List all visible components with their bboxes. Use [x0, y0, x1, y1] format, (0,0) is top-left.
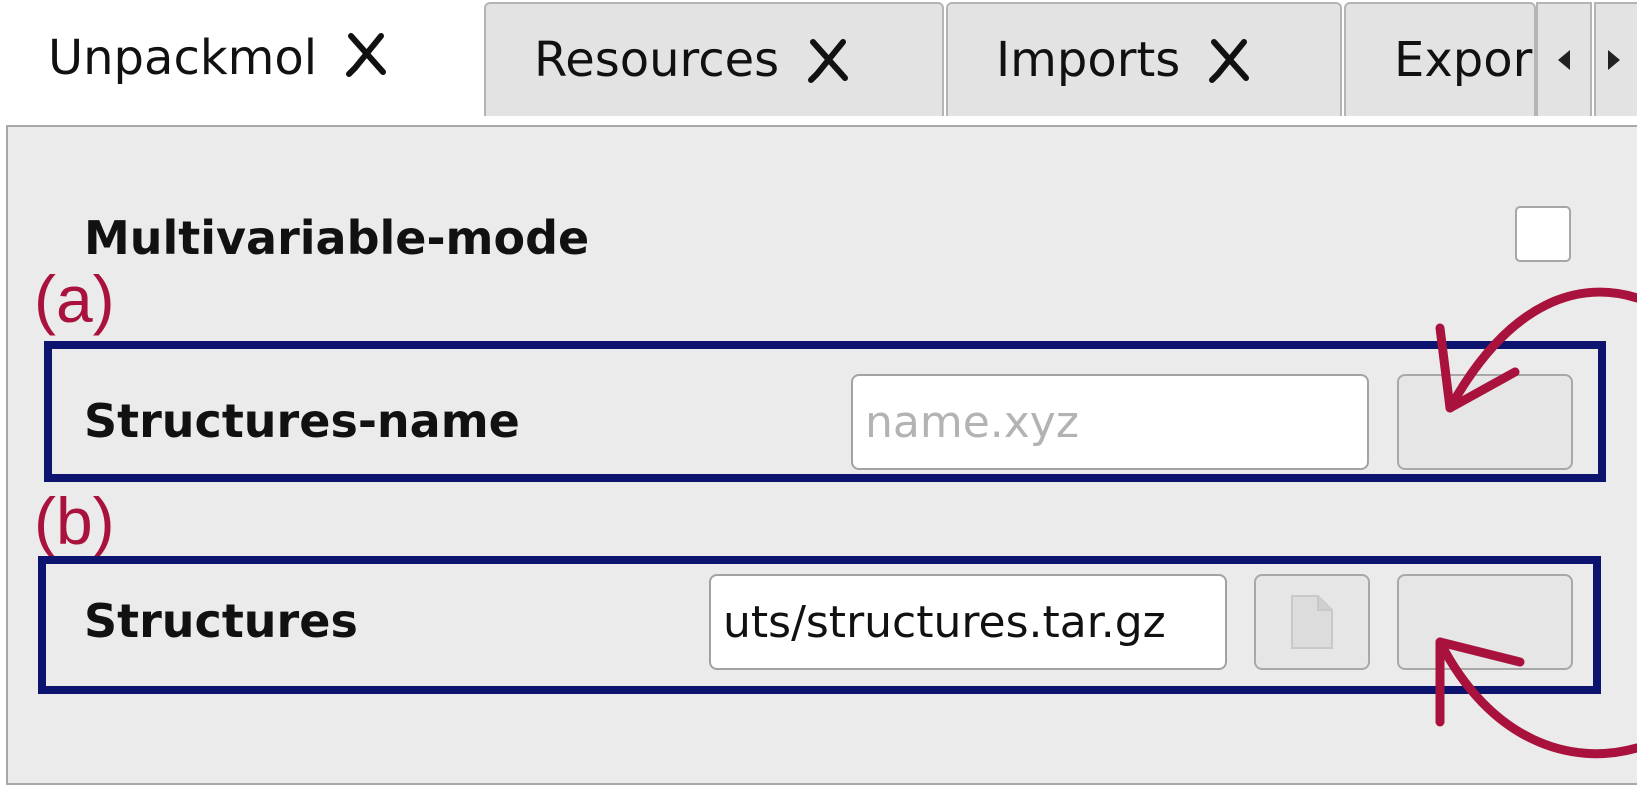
tab-label: Unpackmol	[48, 30, 318, 86]
tab-resources[interactable]: Resources	[484, 2, 944, 116]
triangle-left-icon	[1558, 50, 1570, 70]
close-icon[interactable]	[343, 30, 391, 78]
annotation-arrow-icon	[1435, 287, 1637, 413]
tab-exports[interactable]: Expor	[1344, 2, 1536, 116]
annotation-arrow-icon	[1435, 637, 1637, 759]
triangle-right-icon	[1608, 50, 1620, 70]
tab-label: Imports	[996, 32, 1181, 88]
tab-unpackmol[interactable]: Unpackmol	[0, 0, 484, 127]
tab-label: Resources	[534, 32, 780, 88]
close-icon[interactable]	[805, 36, 853, 84]
tab-bar: Unpackmol Resources Imports Expor	[0, 0, 1637, 127]
tab-label: Expor	[1394, 32, 1533, 88]
multivariable-mode-checkbox[interactable]	[1515, 206, 1571, 262]
multivariable-mode-label: Multivariable-mode	[84, 211, 590, 265]
annotation-box-b	[38, 556, 1601, 694]
annotation-box-a	[44, 341, 1606, 482]
tab-imports[interactable]: Imports	[946, 2, 1342, 116]
tab-scroll-left-button[interactable]	[1536, 2, 1592, 116]
close-icon[interactable]	[1206, 36, 1254, 84]
annotation-label-a: (a)	[34, 262, 115, 336]
tab-scroll-right-button[interactable]	[1594, 2, 1637, 116]
annotation-label-b: (b)	[34, 484, 115, 558]
